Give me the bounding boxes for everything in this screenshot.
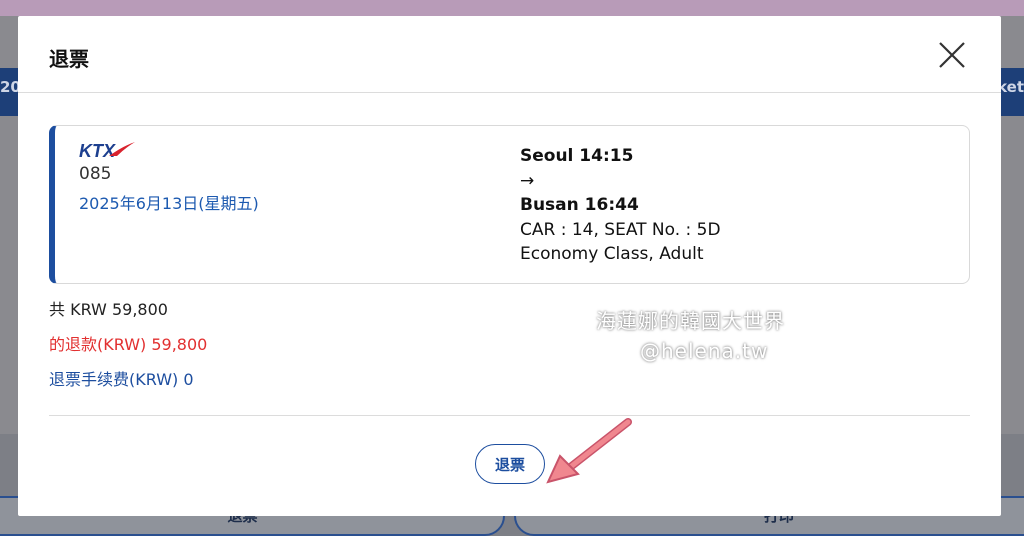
refund-summary: 共 KRW 59,800 的退款(KRW) 59,800 退票手续费(KRW) … <box>49 296 207 401</box>
route-info: Seoul 14:15 → Busan 16:44 CAR : 14, SEAT… <box>520 144 721 267</box>
seat-info: CAR : 14, SEAT No. : 5D <box>520 219 721 240</box>
watermark: 海蓮娜的韓國大世界 @helena.tw <box>596 306 785 366</box>
travel-date: 2025年6月13日(星期五) <box>79 194 259 213</box>
background-top-bar <box>0 0 1024 16</box>
close-icon <box>939 42 965 68</box>
refund-modal: 退票 KTX 085 2025年6月13日(星期五) Seoul 14:15 →… <box>18 16 1001 516</box>
route-arrow: → <box>520 170 535 191</box>
pointer-arrow-icon <box>546 418 632 484</box>
ticket-class: Economy Class, Adult <box>520 244 704 264</box>
modal-title: 退票 <box>49 47 89 71</box>
arrival: Busan 16:44 <box>520 195 639 215</box>
watermark-line2: @helena.tw <box>640 339 769 363</box>
ticket-card: KTX 085 2025年6月13日(星期五) Seoul 14:15 → Bu… <box>49 125 970 284</box>
train-number: 085 <box>79 164 112 184</box>
refund-amount: 的退款(KRW) 59,800 <box>49 335 208 354</box>
watermark-line1: 海蓮娜的韓國大世界 <box>596 309 785 333</box>
ktx-logo-text: KTX <box>79 141 116 161</box>
ktx-logo: KTX <box>79 141 135 161</box>
background-band-right-text: ket <box>997 78 1024 96</box>
refund-fee: 退票手续费(KRW) 0 <box>49 370 194 389</box>
modal-header: 退票 <box>18 16 1001 93</box>
close-button[interactable] <box>937 40 967 70</box>
divider <box>49 415 970 416</box>
departure: Seoul 14:15 <box>520 146 634 166</box>
refund-button[interactable]: 退票 <box>475 444 545 484</box>
total-amount: 共 KRW 59,800 <box>49 300 168 319</box>
